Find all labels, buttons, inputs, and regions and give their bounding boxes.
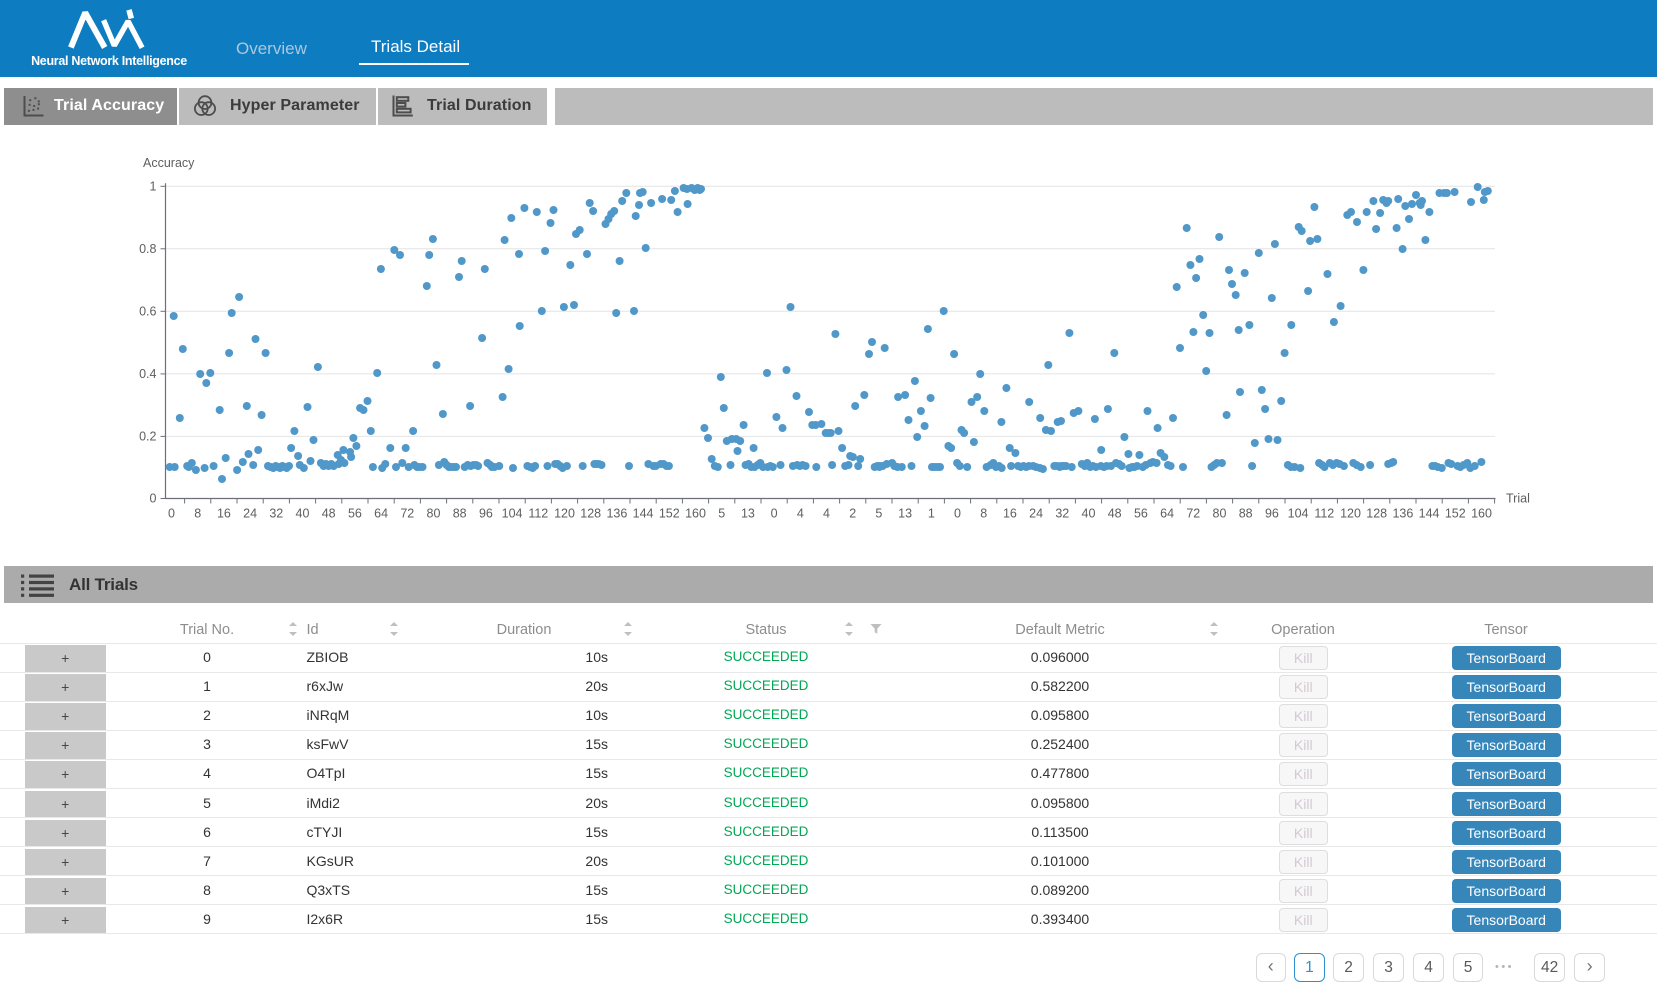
svg-text:4: 4 bbox=[823, 507, 830, 521]
svg-text:144: 144 bbox=[633, 507, 654, 521]
svg-text:8: 8 bbox=[980, 507, 987, 521]
svg-text:64: 64 bbox=[1160, 507, 1174, 521]
svg-text:72: 72 bbox=[1186, 507, 1200, 521]
svg-text:0: 0 bbox=[168, 507, 175, 521]
svg-text:112: 112 bbox=[1314, 507, 1334, 521]
svg-text:24: 24 bbox=[1029, 507, 1043, 521]
svg-text:5: 5 bbox=[875, 507, 882, 521]
svg-text:1: 1 bbox=[150, 179, 157, 193]
svg-text:96: 96 bbox=[1265, 507, 1279, 521]
svg-text:0.4: 0.4 bbox=[139, 367, 156, 381]
svg-text:0: 0 bbox=[771, 507, 778, 521]
svg-text:0: 0 bbox=[150, 492, 157, 506]
svg-text:13: 13 bbox=[741, 507, 755, 521]
svg-text:120: 120 bbox=[554, 507, 575, 521]
svg-text:128: 128 bbox=[1366, 507, 1387, 521]
svg-text:48: 48 bbox=[1108, 507, 1122, 521]
svg-text:64: 64 bbox=[374, 507, 388, 521]
svg-text:0.2: 0.2 bbox=[139, 429, 156, 443]
svg-text:16: 16 bbox=[1003, 507, 1017, 521]
svg-text:96: 96 bbox=[479, 507, 493, 521]
svg-text:80: 80 bbox=[427, 507, 441, 521]
svg-text:Accuracy: Accuracy bbox=[143, 156, 195, 170]
svg-text:128: 128 bbox=[580, 507, 601, 521]
svg-text:24: 24 bbox=[243, 507, 257, 521]
svg-text:112: 112 bbox=[528, 507, 548, 521]
svg-text:152: 152 bbox=[1445, 507, 1466, 521]
svg-text:152: 152 bbox=[659, 507, 680, 521]
svg-text:136: 136 bbox=[606, 507, 627, 521]
svg-text:40: 40 bbox=[296, 507, 310, 521]
svg-text:Trial: Trial bbox=[1506, 492, 1530, 506]
svg-text:88: 88 bbox=[1239, 507, 1253, 521]
svg-text:0.6: 0.6 bbox=[139, 304, 156, 318]
svg-text:136: 136 bbox=[1392, 507, 1413, 521]
svg-text:104: 104 bbox=[502, 507, 523, 521]
svg-text:0.8: 0.8 bbox=[139, 242, 156, 256]
svg-text:56: 56 bbox=[1134, 507, 1148, 521]
svg-text:160: 160 bbox=[685, 507, 706, 521]
svg-text:5: 5 bbox=[718, 507, 725, 521]
svg-text:80: 80 bbox=[1213, 507, 1227, 521]
svg-text:2: 2 bbox=[849, 507, 856, 521]
svg-text:16: 16 bbox=[217, 507, 231, 521]
svg-text:104: 104 bbox=[1288, 507, 1309, 521]
svg-text:72: 72 bbox=[400, 507, 414, 521]
svg-text:4: 4 bbox=[797, 507, 804, 521]
svg-text:160: 160 bbox=[1471, 507, 1492, 521]
svg-text:0: 0 bbox=[954, 507, 961, 521]
svg-text:88: 88 bbox=[453, 507, 467, 521]
svg-text:40: 40 bbox=[1082, 507, 1096, 521]
svg-text:144: 144 bbox=[1419, 507, 1440, 521]
svg-text:8: 8 bbox=[194, 507, 201, 521]
svg-text:48: 48 bbox=[322, 507, 336, 521]
svg-text:1: 1 bbox=[928, 507, 935, 521]
svg-text:120: 120 bbox=[1340, 507, 1361, 521]
svg-text:32: 32 bbox=[269, 507, 283, 521]
svg-text:13: 13 bbox=[898, 507, 912, 521]
svg-text:56: 56 bbox=[348, 507, 362, 521]
svg-text:32: 32 bbox=[1055, 507, 1069, 521]
